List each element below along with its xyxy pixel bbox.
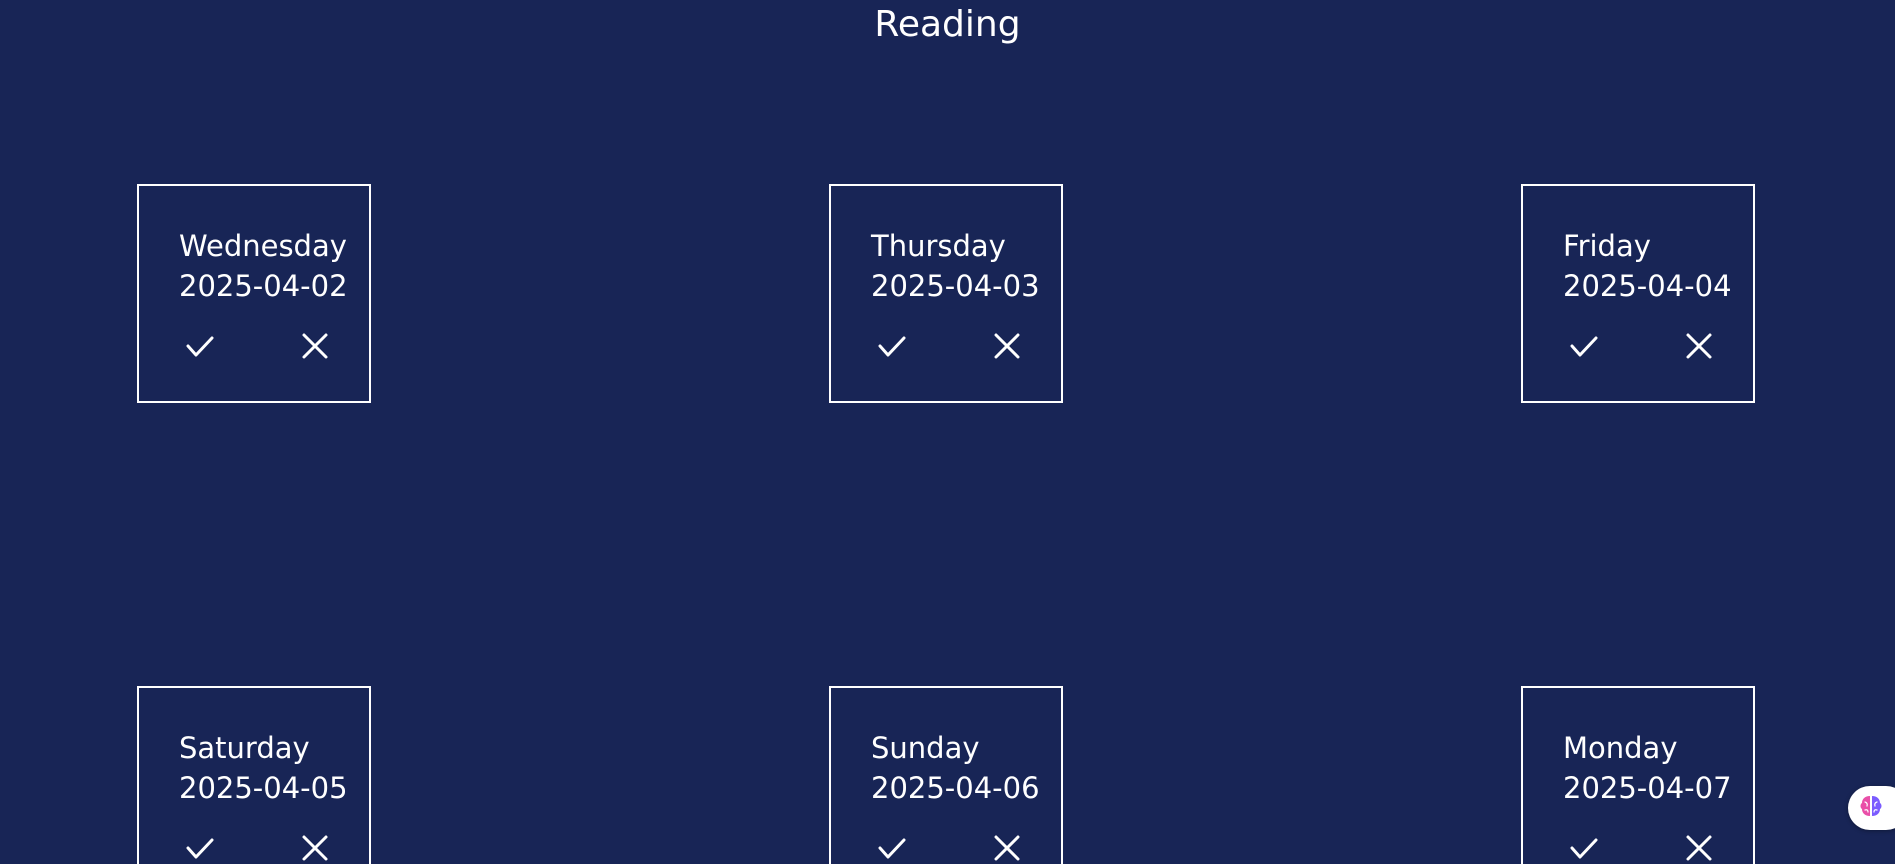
card-day-name: Saturday [179,731,310,765]
check-icon[interactable] [1566,830,1602,864]
card-date: 2025-04-04 [1563,269,1732,303]
day-card-sunday: Sunday 2025-04-06 [829,686,1063,864]
brain-icon [1858,793,1884,823]
day-card-saturday: Saturday 2025-04-05 [137,686,371,864]
card-day-name: Thursday [871,229,1006,263]
card-date: 2025-04-06 [871,771,1040,805]
check-icon[interactable] [1566,328,1602,364]
check-icon[interactable] [874,328,910,364]
card-day-name: Sunday [871,731,980,765]
check-icon[interactable] [182,830,218,864]
check-icon[interactable] [874,830,910,864]
check-icon[interactable] [182,328,218,364]
card-date: 2025-04-03 [871,269,1040,303]
day-card-monday: Monday 2025-04-07 [1521,686,1755,864]
card-day-name: Friday [1563,229,1651,263]
day-card-thursday: Thursday 2025-04-03 [829,184,1063,403]
close-icon[interactable] [1681,328,1717,364]
assistant-widget-button[interactable] [1848,786,1895,830]
card-date: 2025-04-02 [179,269,348,303]
page-title: Reading [874,4,1021,45]
day-card-wednesday: Wednesday 2025-04-02 [137,184,371,403]
close-icon[interactable] [297,328,333,364]
close-icon[interactable] [989,830,1025,864]
card-day-name: Wednesday [179,229,347,263]
page: Reading Wednesday 2025-04-02 Thursday 20… [0,0,1895,864]
close-icon[interactable] [1681,830,1717,864]
card-day-name: Monday [1563,731,1678,765]
day-card-friday: Friday 2025-04-04 [1521,184,1755,403]
close-icon[interactable] [989,328,1025,364]
close-icon[interactable] [297,830,333,864]
card-date: 2025-04-07 [1563,771,1732,805]
card-date: 2025-04-05 [179,771,348,805]
